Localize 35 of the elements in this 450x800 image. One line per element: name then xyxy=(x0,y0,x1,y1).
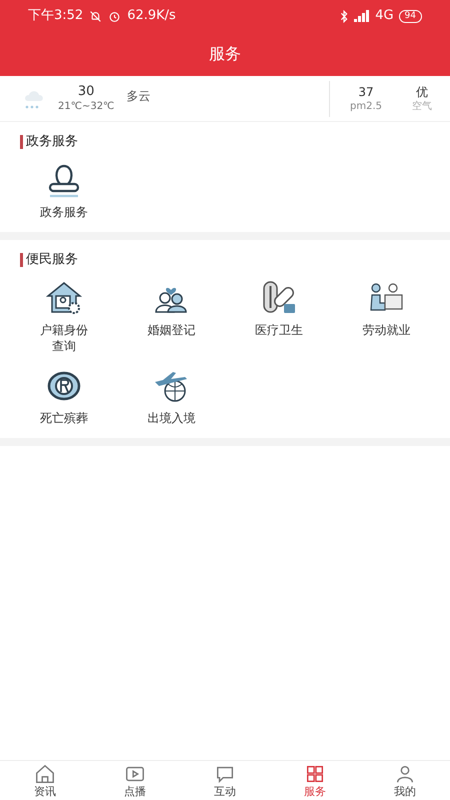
page-title: 服务 xyxy=(209,43,241,65)
weather-condition: 多云 xyxy=(126,88,150,104)
service-item[interactable]: 出境入境 xyxy=(118,364,225,428)
tab[interactable]: 互动 xyxy=(180,761,270,800)
tab[interactable]: 点播 xyxy=(90,761,180,800)
bluetooth-icon xyxy=(339,10,350,22)
user-icon xyxy=(394,763,416,785)
home-icon xyxy=(34,763,56,785)
service-item[interactable]: 劳动就业 xyxy=(332,276,440,356)
network-speed: 62.9K/s xyxy=(127,7,176,26)
tab[interactable]: 资讯 xyxy=(0,761,90,800)
tab[interactable]: 我的 xyxy=(360,761,450,800)
pm25-label: pm2.5 xyxy=(350,100,382,113)
pm25-value: 37 xyxy=(358,84,374,100)
section-marker xyxy=(20,135,23,149)
section-title: 政务服务 xyxy=(26,133,78,152)
air-quality-value: 优 xyxy=(416,84,428,100)
section-title: 便民服务 xyxy=(26,251,78,270)
section-marker xyxy=(20,253,23,267)
temperature: 30 xyxy=(78,84,94,100)
battery-level: 94 xyxy=(398,10,422,22)
temperature-range: 21℃~32℃ xyxy=(58,100,114,113)
service-item[interactable]: 政务服务 xyxy=(10,158,118,222)
alarm-icon xyxy=(108,10,122,22)
service-item[interactable]: 户籍身份查询 xyxy=(10,276,118,356)
service-item[interactable]: 死亡殡葬 xyxy=(10,364,118,428)
status-time: 下午3:52 xyxy=(28,7,84,26)
service-item[interactable]: 医疗卫生 xyxy=(225,276,332,356)
grid-icon xyxy=(304,763,326,785)
air-quality-label: 空气 xyxy=(412,100,432,113)
bell-off-icon xyxy=(89,10,102,22)
service-item[interactable]: 婚姻登记 xyxy=(118,276,225,356)
signal-icon xyxy=(354,10,370,22)
network-type: 4G xyxy=(375,7,394,26)
tab[interactable]: 服务 xyxy=(270,761,360,800)
